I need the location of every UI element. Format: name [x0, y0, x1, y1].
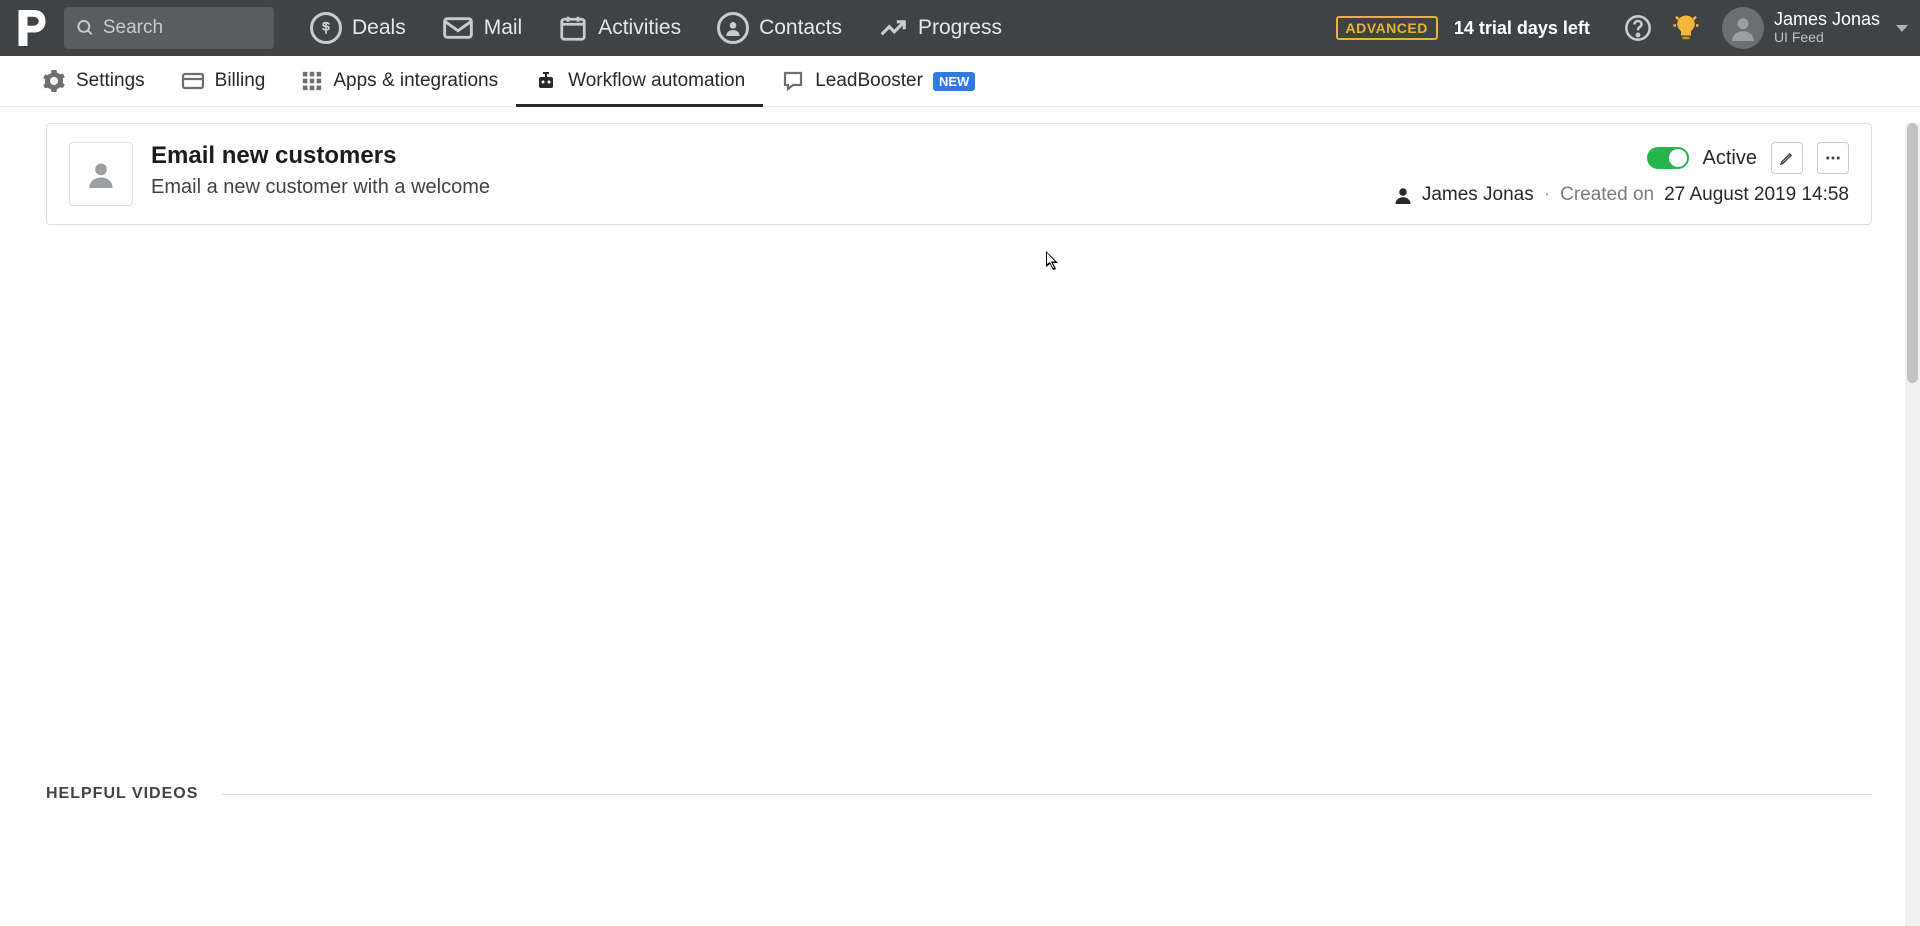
subnav-workflow-automation[interactable]: Workflow automation [516, 56, 763, 106]
topbar-right: ADVANCED 14 trial days left James Jonas … [1336, 7, 1912, 49]
workflow-card[interactable]: Email new customers Email a new customer… [46, 123, 1872, 225]
nav-progress[interactable]: Progress [862, 0, 1018, 56]
edit-button[interactable] [1771, 142, 1803, 174]
subnav-label: LeadBooster [815, 70, 923, 92]
plan-badge: ADVANCED [1336, 16, 1438, 40]
active-toggle[interactable] [1647, 147, 1689, 169]
workflow-controls: Active [1647, 142, 1849, 174]
person-icon [1730, 15, 1756, 41]
nav-label: Deals [352, 16, 406, 40]
nav-deals[interactable]: Deals [294, 0, 422, 56]
subnav-label: Billing [215, 70, 266, 92]
search-input[interactable] [103, 17, 262, 39]
subnav-billing[interactable]: Billing [163, 56, 284, 106]
pipedrive-logo-icon [18, 10, 46, 46]
avatar [1722, 7, 1764, 49]
user-text: James Jonas UI Feed [1774, 10, 1880, 45]
workflow-title: Email new customers [151, 142, 1376, 170]
more-button[interactable] [1817, 142, 1849, 174]
app-logo[interactable] [0, 10, 64, 46]
person-icon [1394, 186, 1412, 204]
scrollbar-thumb[interactable] [1907, 123, 1918, 383]
apps-grid-icon [301, 70, 323, 92]
person-icon [87, 160, 115, 188]
status-label: Active [1703, 147, 1757, 170]
nav-mail[interactable]: Mail [426, 0, 539, 56]
search-icon [76, 17, 95, 39]
pencil-icon [1779, 150, 1795, 166]
mail-icon [442, 12, 474, 44]
subnav-leadbooster[interactable]: LeadBooster new [763, 56, 993, 106]
main-nav: Deals Mail Activities Contacts Progress [294, 0, 1018, 56]
top-bar: Deals Mail Activities Contacts Progress … [0, 0, 1920, 56]
divider [222, 794, 1872, 795]
created-label: Created on [1560, 184, 1654, 206]
tips-button[interactable] [1666, 8, 1706, 48]
page-body: Email new customers Email a new customer… [0, 123, 1920, 926]
workflow-right: Active James Jonas · Created on 27 Augus… [1394, 142, 1849, 206]
contacts-icon [717, 12, 749, 44]
subnav-label: Workflow automation [568, 70, 745, 92]
created-value: 27 August 2019 14:58 [1664, 184, 1849, 206]
user-menu[interactable]: James Jonas UI Feed [1722, 7, 1912, 49]
global-search[interactable] [64, 7, 274, 49]
workflow-desc: Email a new customer with a welcome [151, 176, 1376, 199]
gear-icon [42, 69, 66, 93]
lightbulb-icon [1671, 13, 1701, 43]
calendar-icon [558, 13, 588, 43]
workflow-thumb [69, 142, 133, 206]
separator-dot: · [1544, 184, 1550, 206]
mouse-cursor [1046, 251, 1062, 271]
ellipsis-icon [1824, 149, 1842, 167]
trial-days-left: 14 trial days left [1454, 18, 1590, 39]
section-title: Helpful Videos [46, 785, 198, 803]
nav-label: Progress [918, 16, 1002, 40]
workflow-meta: James Jonas · Created on 27 August 2019 … [1394, 184, 1849, 206]
workflow-main: Email new customers Email a new customer… [151, 142, 1376, 199]
nav-label: Mail [484, 16, 523, 40]
chevron-down-icon [1896, 25, 1908, 32]
chat-icon [781, 69, 805, 93]
help-icon [1624, 14, 1652, 42]
robot-icon [534, 69, 558, 93]
sub-nav: Settings Billing Apps & integrations Wor… [0, 56, 1920, 107]
help-button[interactable] [1618, 8, 1658, 48]
dollar-icon [310, 12, 342, 44]
scrollbar-track[interactable] [1905, 123, 1920, 926]
nav-label: Activities [598, 16, 681, 40]
progress-icon [878, 13, 908, 43]
nav-activities[interactable]: Activities [542, 0, 697, 56]
card-icon [181, 69, 205, 93]
subnav-settings[interactable]: Settings [24, 56, 163, 106]
user-sub: UI Feed [1774, 30, 1880, 45]
helpful-videos-header: Helpful Videos [46, 785, 1872, 803]
nav-label: Contacts [759, 16, 842, 40]
new-badge: new [933, 72, 975, 91]
subnav-apps[interactable]: Apps & integrations [283, 56, 516, 106]
nav-contacts[interactable]: Contacts [701, 0, 858, 56]
subnav-label: Settings [76, 70, 145, 92]
user-name: James Jonas [1774, 10, 1880, 30]
subnav-label: Apps & integrations [333, 70, 498, 92]
workflow-author: James Jonas [1422, 184, 1534, 206]
